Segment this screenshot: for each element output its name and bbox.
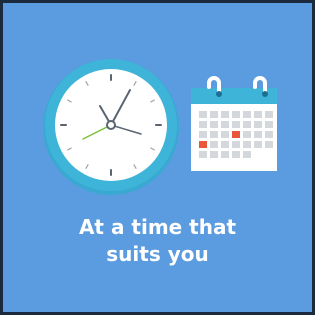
scheduling-illustration [43, 59, 277, 195]
promo-tile: At a time that suits you [0, 0, 315, 315]
caption-line-2: suits you [106, 242, 209, 266]
clock-icon [43, 59, 179, 195]
calendar-icon [191, 76, 277, 171]
caption-line-1: At a time that [78, 215, 237, 239]
tile-caption: At a time that suits you [3, 214, 312, 268]
